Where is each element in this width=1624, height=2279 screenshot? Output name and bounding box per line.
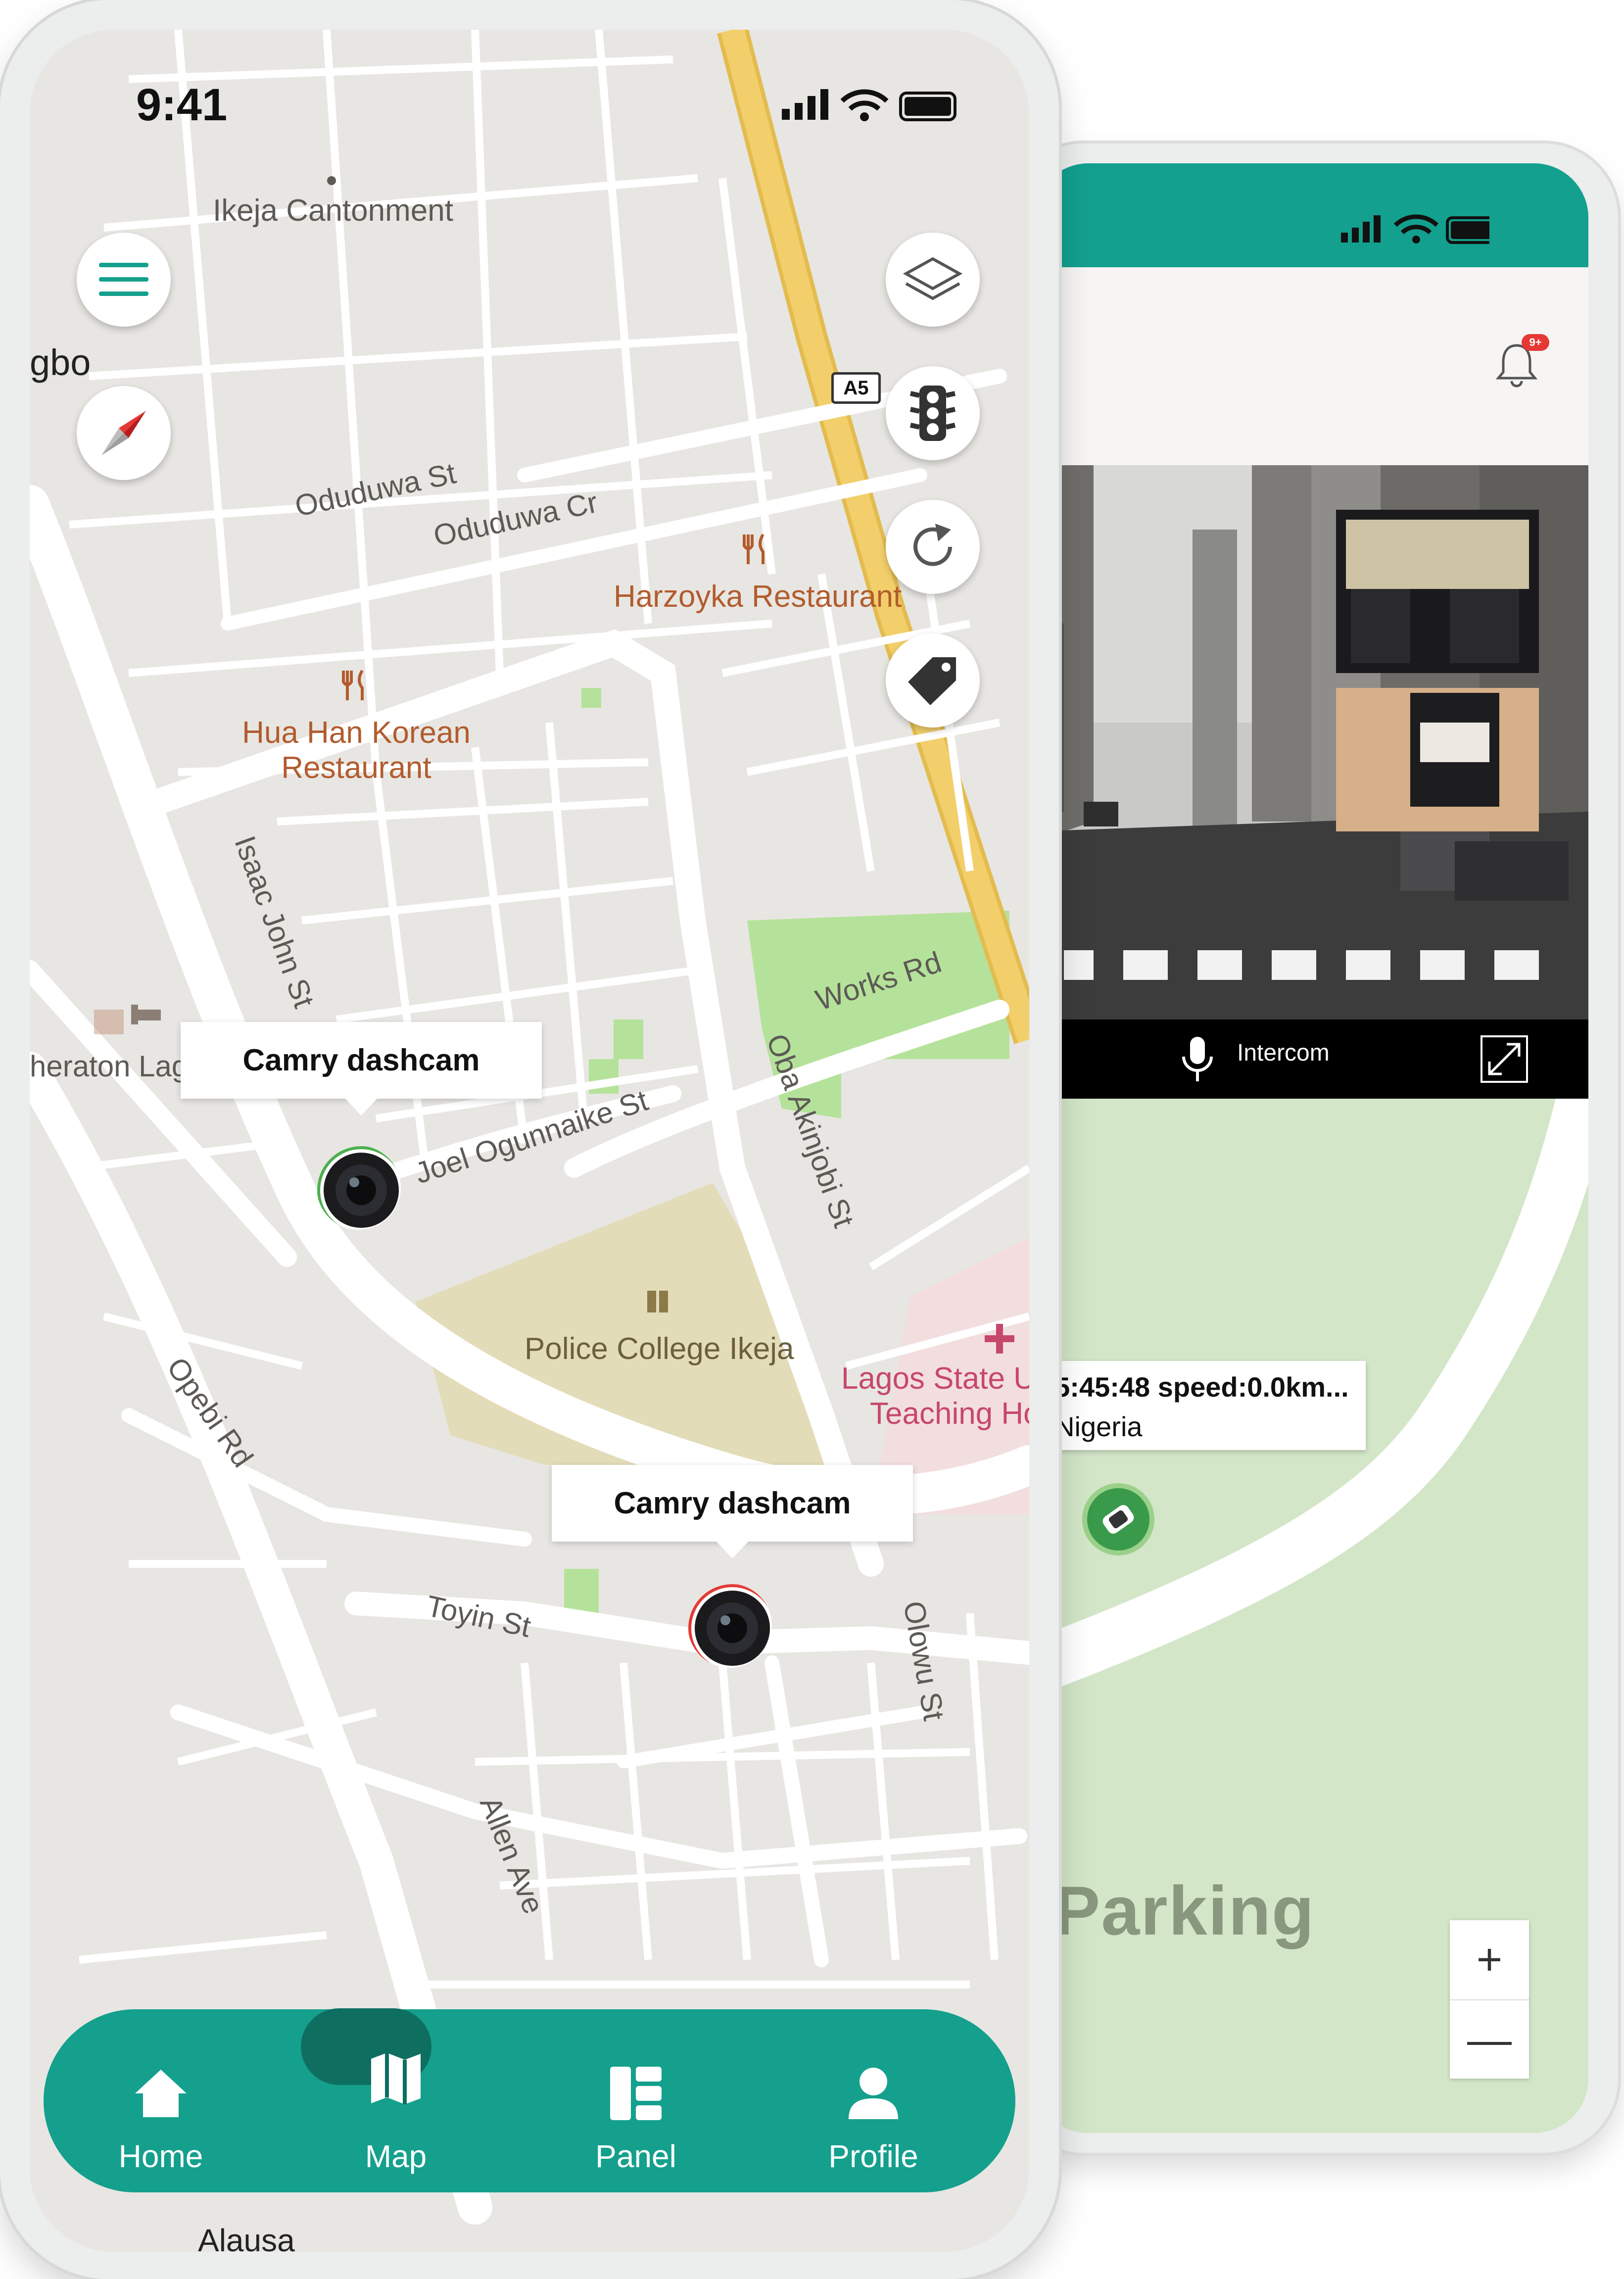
tag-icon <box>908 657 956 705</box>
tooltip-time-speed: 15:45:48 speed:0.0km... <box>1039 1371 1349 1403</box>
dashcam-marker-icon[interactable] <box>317 1146 401 1230</box>
label-gbo: gbo <box>30 342 91 383</box>
home-icon <box>135 2070 187 2117</box>
status-time: 9:41 <box>136 80 228 130</box>
nav-profile[interactable]: Profile <box>774 2009 972 2192</box>
poi-police-college-ikeja[interactable]: Police College Ikeja <box>525 1331 794 1366</box>
restaurant-icon <box>342 670 364 700</box>
status-icons <box>782 89 956 121</box>
label-ikeja-cantonment: Ikeja Cantonment <box>213 194 453 228</box>
profile-icon <box>849 2068 898 2119</box>
compass-icon <box>101 411 146 455</box>
tag-button[interactable] <box>886 633 980 727</box>
parking-map-label: Parking <box>1054 1872 1315 1949</box>
traffic-button[interactable] <box>886 366 980 460</box>
map-icon <box>371 2053 421 2104</box>
school-icon <box>647 1291 668 1312</box>
hotel-icon <box>131 1005 161 1024</box>
back-status-bar <box>1034 163 1588 267</box>
street-scene <box>1034 465 1588 1019</box>
panel-icon <box>610 2067 662 2120</box>
nav-panel[interactable]: Panel <box>537 2009 735 2192</box>
device-tooltip-2: Camry dashcam <box>552 1465 913 1558</box>
device-tooltip-1: Camry dashcam <box>181 1022 542 1115</box>
intercom-label[interactable]: Intercom <box>1237 1039 1330 1067</box>
compass-button[interactable] <box>77 386 171 480</box>
poi-hua-han-line2: Restaurant <box>281 751 431 785</box>
microphone-icon[interactable] <box>1178 1034 1217 1084</box>
status-icons <box>1341 214 1489 244</box>
main-phone-screen: 9:41 Ikeja Cantonment gbo Oduduwa St Odu… <box>30 30 1029 2252</box>
poi-hua-han-line1: Hua Han Korean <box>242 716 471 750</box>
nav-home-label: Home <box>118 2138 203 2174</box>
restaurant-icon <box>743 533 764 564</box>
label-alausa: Alausa <box>198 2223 295 2252</box>
layers-icon <box>903 257 962 300</box>
hospital-icon <box>985 1324 1014 1354</box>
nav-map[interactable]: Map <box>297 2009 495 2192</box>
notification-badge: 9+ <box>1522 334 1549 351</box>
map-layers-button[interactable] <box>886 233 980 327</box>
video-controls-bar: Intercom <box>1034 1019 1588 1099</box>
vehicle-info-tooltip: 15:45:48 speed:0.0km... : Nigeria <box>1034 1361 1366 1450</box>
vehicle-marker-icon[interactable] <box>1081 1482 1155 1556</box>
dashcam-video-feed[interactable] <box>1034 465 1588 1019</box>
label-sheraton: heraton Lag <box>30 1050 189 1083</box>
nav-panel-label: Panel <box>595 2138 676 2174</box>
poi-lagos-state-teaching-hospital[interactable]: Lagos State U Teaching Ho <box>841 1361 1029 1431</box>
secondary-phone-screen: 9+ Intercom Parking 15:45:48 speed:0.0km… <box>1034 163 1588 2133</box>
nav-profile-label: Profile <box>828 2138 918 2174</box>
highway-shield-a5: A5 <box>831 372 881 404</box>
zoom-in-button[interactable]: + <box>1450 1920 1529 2000</box>
menu-icon <box>99 263 148 296</box>
nav-home[interactable]: Home <box>62 2009 260 2192</box>
refresh-button[interactable] <box>886 500 980 594</box>
dashcam-marker-icon[interactable] <box>688 1584 772 1668</box>
refresh-icon <box>913 524 952 566</box>
zoom-control: + — <box>1450 1920 1529 2079</box>
traffic-light-icon <box>909 386 956 441</box>
poi-harzoyka-restaurant[interactable]: Harzoyka Restaurant <box>614 579 902 614</box>
poi-lagos-line1: Lagos State U <box>841 1361 1029 1396</box>
fullscreen-icon[interactable] <box>1480 1034 1529 1084</box>
poi-hua-han-korean-restaurant[interactable]: Hua Han Korean Restaurant <box>223 715 490 785</box>
menu-button[interactable] <box>77 233 171 327</box>
zoom-out-button[interactable]: — <box>1450 2000 1529 2080</box>
nav-map-label: Map <box>365 2138 427 2174</box>
poi-lagos-line2: Teaching Ho <box>870 1397 1029 1431</box>
